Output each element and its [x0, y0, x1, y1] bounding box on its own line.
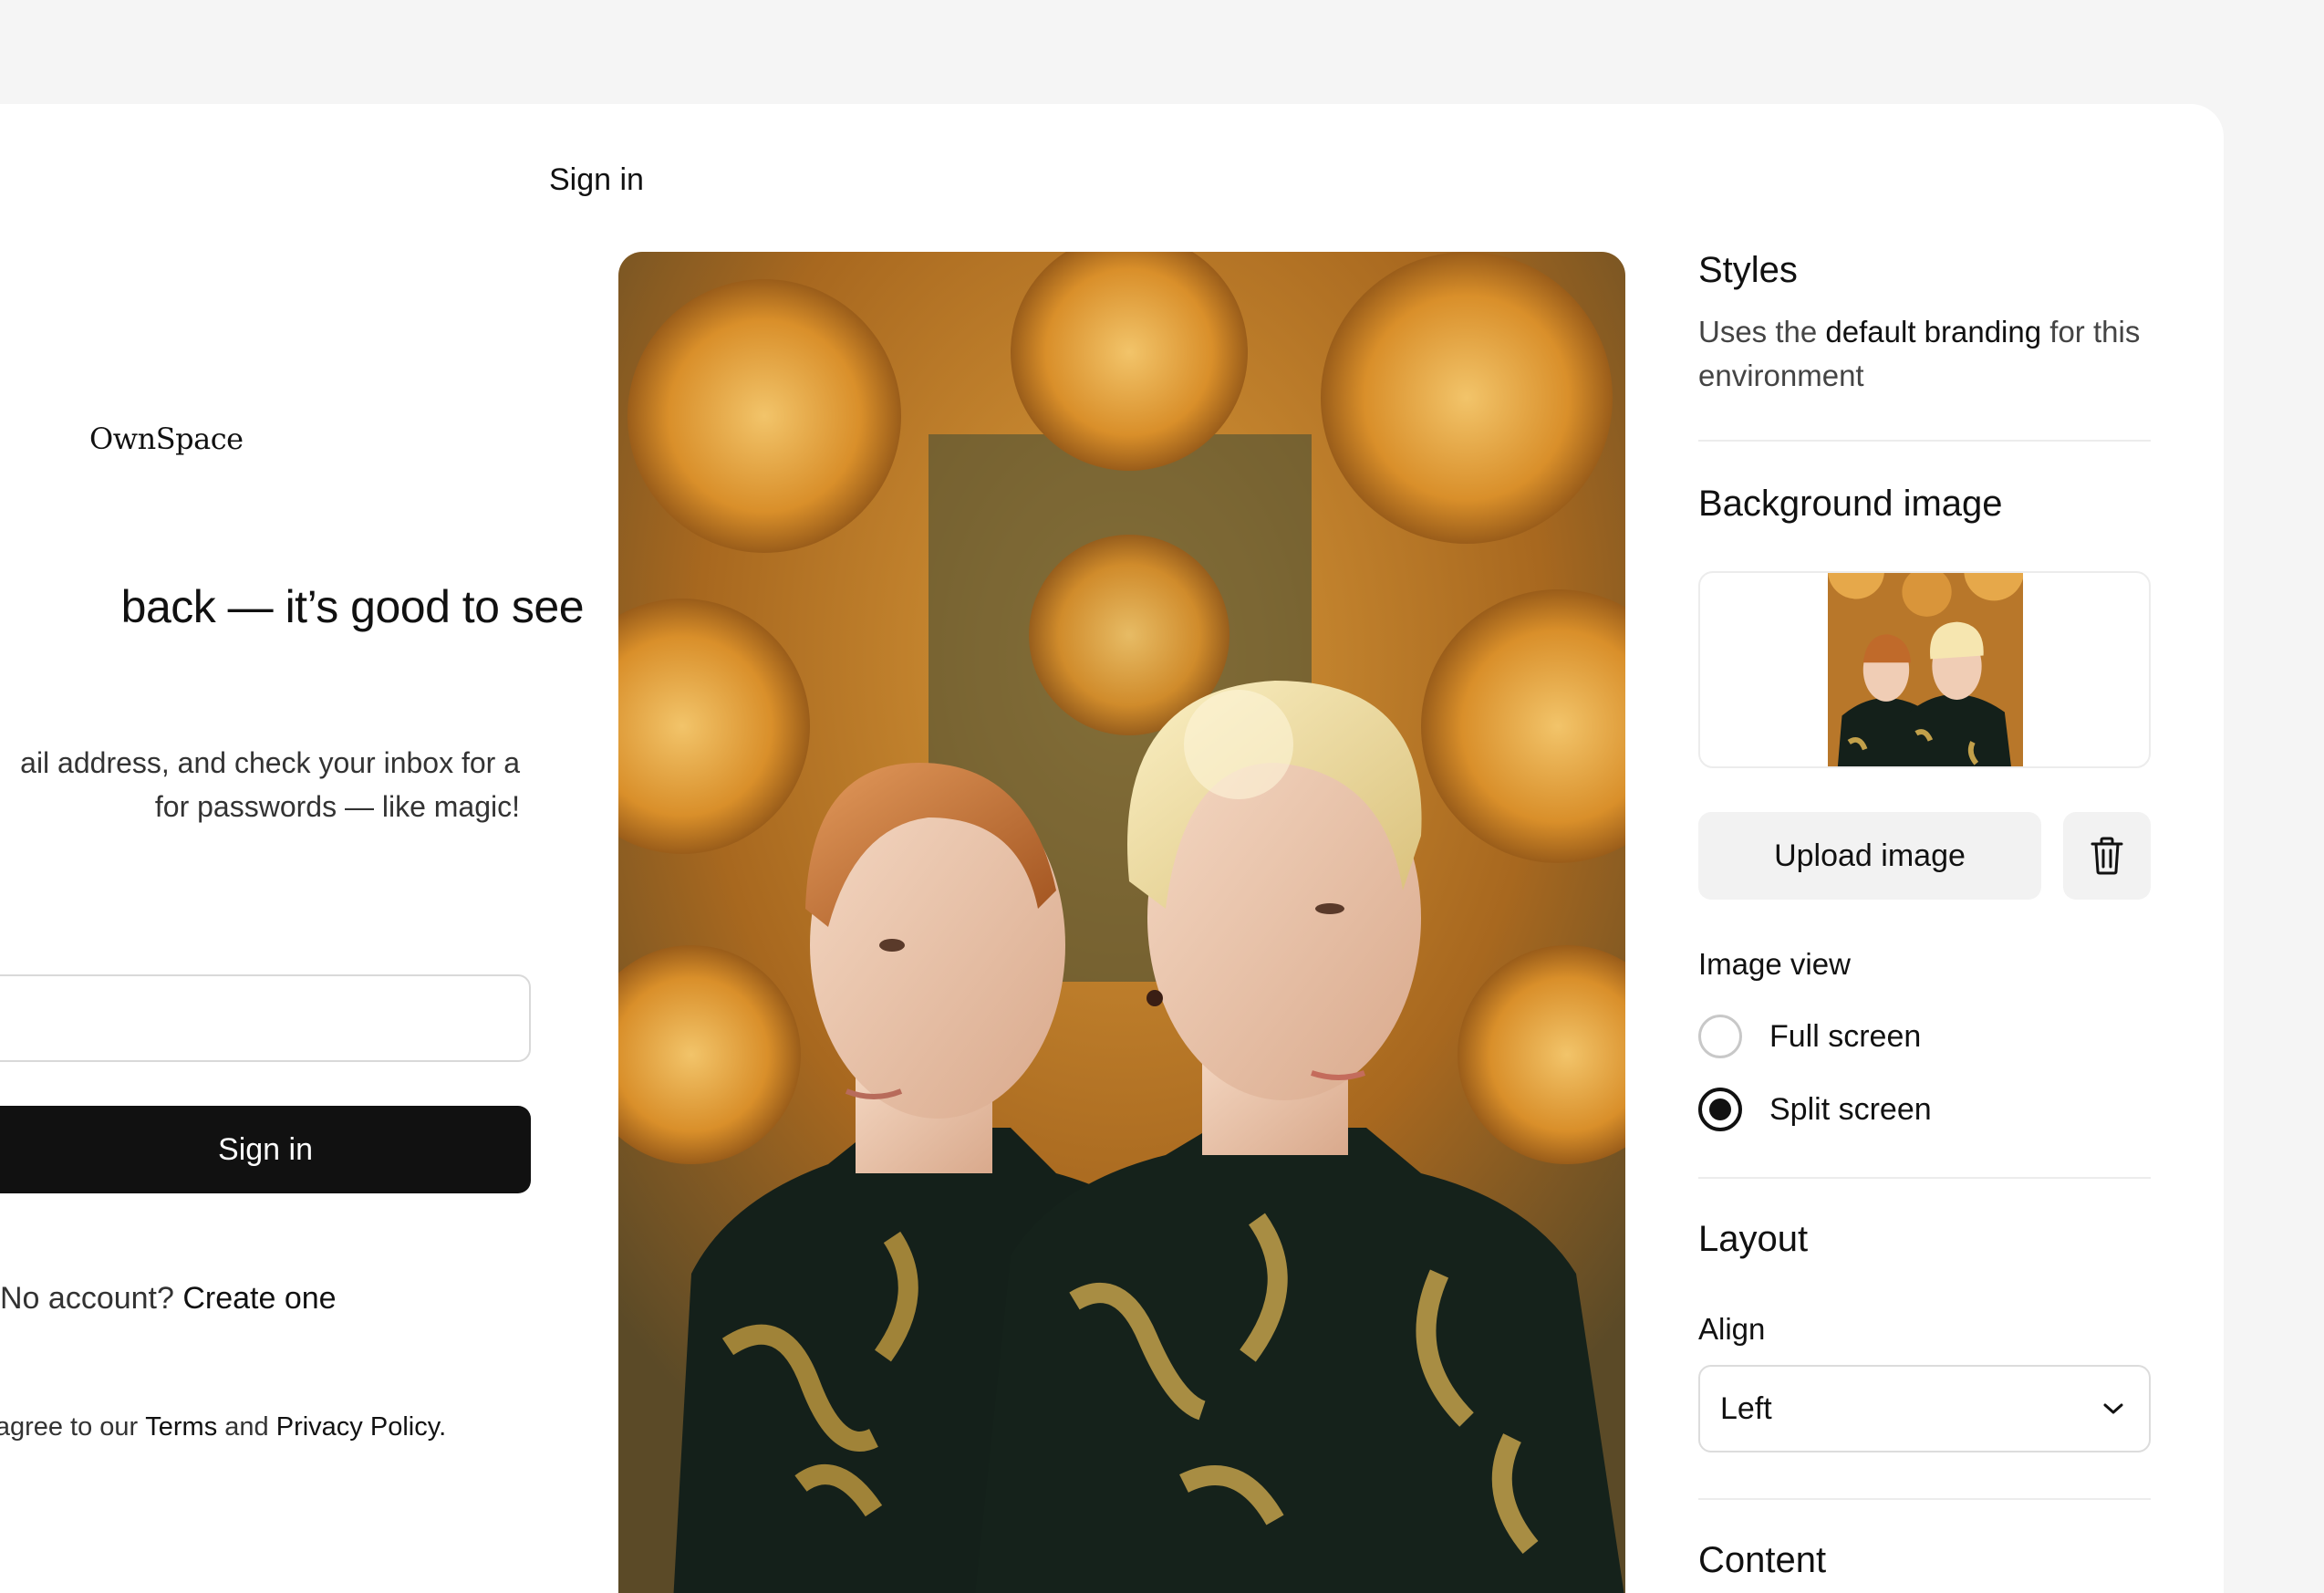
- full-screen-label: Full screen: [1769, 1018, 1922, 1054]
- terms-prefix: you agree to our: [0, 1412, 139, 1442]
- chevron-down-icon: [2103, 1403, 2123, 1414]
- upload-image-button[interactable]: Upload image: [1698, 812, 2041, 900]
- align-label: Align: [1698, 1312, 1766, 1346]
- align-select[interactable]: Left: [1698, 1365, 2151, 1452]
- background-image-heading: Background image: [1698, 484, 2003, 524]
- radio-circle-unchecked[interactable]: [1698, 1015, 1742, 1058]
- welcome-heading: back — it’s good to see: [120, 581, 585, 632]
- description-line-2: for passwords — like magic!: [154, 790, 520, 823]
- background-image-preview: [618, 252, 1625, 1593]
- background-thumbnail: [1828, 573, 2023, 766]
- styles-heading: Styles: [1698, 250, 1798, 290]
- default-branding-text: default branding: [1825, 315, 2042, 349]
- divider: [1698, 440, 2151, 442]
- divider: [1698, 1498, 2151, 1500]
- terms-text: you agree to our Terms and Privacy Polic…: [0, 1412, 446, 1442]
- content-heading: Content: [1698, 1540, 1827, 1580]
- create-account-link[interactable]: Create one: [182, 1281, 336, 1316]
- page-title: Sign in: [549, 162, 644, 197]
- split-screen-label: Split screen: [1769, 1091, 1932, 1127]
- radio-split-screen[interactable]: Split screen: [1698, 1088, 1932, 1131]
- portrait-artwork: [618, 252, 1625, 1593]
- image-view-label: Image view: [1698, 947, 1851, 981]
- radio-full-screen[interactable]: Full screen: [1698, 1015, 1921, 1058]
- sign-in-button-label: Sign in: [218, 1131, 313, 1167]
- signin-description: ail address, and check your inbox for a …: [0, 741, 520, 828]
- layout-heading: Layout: [1698, 1219, 1809, 1259]
- logo: OwnSpace: [89, 422, 244, 456]
- styles-description: Uses the default branding for this envir…: [1698, 310, 2151, 398]
- description-line-1: ail address, and check your inbox for a: [20, 746, 520, 779]
- thumbnail-artwork: [1828, 573, 2023, 766]
- upload-image-label: Upload image: [1774, 838, 1966, 873]
- styles-desc-prefix: Uses the: [1698, 315, 1818, 349]
- sign-in-button[interactable]: Sign in: [0, 1106, 531, 1193]
- terms-and: and: [224, 1412, 269, 1442]
- divider: [1698, 1177, 2151, 1179]
- background-thumbnail-frame[interactable]: [1698, 571, 2151, 768]
- align-selected-value: Left: [1720, 1390, 1772, 1426]
- trash-icon: [2091, 837, 2123, 875]
- privacy-policy-link[interactable]: Privacy Policy.: [276, 1412, 446, 1442]
- radio-circle-checked[interactable]: [1698, 1088, 1742, 1131]
- no-account-label: No account?: [0, 1281, 174, 1316]
- terms-link[interactable]: Terms: [145, 1412, 217, 1442]
- no-account-text: No account? Create one: [0, 1281, 337, 1317]
- email-input[interactable]: [0, 974, 531, 1062]
- delete-image-button[interactable]: [2063, 812, 2151, 900]
